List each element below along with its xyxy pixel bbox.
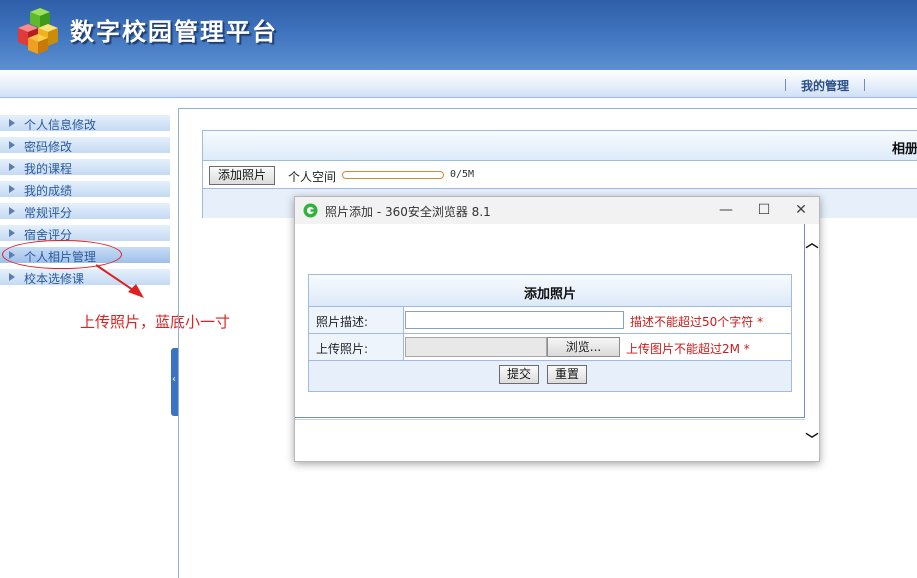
close-icon[interactable]: ✕ (790, 201, 812, 219)
app-header: 数字校园管理平台 (0, 0, 917, 70)
triangle-right-icon (9, 141, 15, 149)
space-label: 个人空间 (288, 170, 337, 184)
sidebar-item-routine-score[interactable]: 常规评分 (0, 203, 170, 220)
form-header: 添加照片 (309, 275, 791, 307)
space-usage-value: 0/5M (450, 169, 475, 180)
popup-lower-area (295, 419, 805, 461)
description-input[interactable] (405, 311, 624, 329)
popup-titlebar[interactable]: 照片添加 - 360安全浏览器 8.1 — ☐ ✕ (295, 197, 819, 224)
divider (178, 108, 179, 578)
sidebar-item-personal-info[interactable]: 个人信息修改 (0, 115, 170, 132)
panel-title: 相册 (892, 142, 917, 157)
sidebar-item-label: 我的成绩 (24, 184, 73, 198)
submit-button[interactable]: 提交 (499, 365, 539, 384)
upload-hint: 上传图片不能超过2M * (626, 342, 750, 356)
popup-title: 照片添加 - 360安全浏览器 8.1 (325, 205, 491, 219)
triangle-right-icon (9, 185, 15, 193)
sidebar-item-password[interactable]: 密码修改 (0, 137, 170, 154)
annotation-note: 上传照片，蓝底小一寸 (80, 313, 231, 331)
popup-scrollbar[interactable]: ︿ ﹀ (805, 224, 819, 461)
sidebar: 个人信息修改 密码修改 我的课程 我的成绩 常规评分 宿舍评分 个人相片管理 校… (0, 108, 171, 578)
triangle-right-icon (9, 229, 15, 237)
description-row: 照片描述: 描述不能超过50个字符 * (309, 307, 791, 334)
sidebar-item-my-courses[interactable]: 我的课程 (0, 159, 170, 176)
sidebar-item-dorm-score[interactable]: 宿舍评分 (0, 225, 170, 242)
top-nav-bar: 我的管理 (0, 70, 917, 98)
add-photo-button[interactable]: 添加照片 (209, 166, 275, 185)
sidebar-item-label: 校本选修课 (24, 272, 85, 286)
panel-header: 相册 (203, 131, 917, 161)
form-actions: 提交 重置 (309, 361, 791, 391)
triangle-right-icon (9, 207, 15, 215)
divider (179, 108, 917, 109)
nav-separator (785, 79, 786, 91)
annotation-arrow-icon (95, 264, 144, 298)
sidebar-item-label: 密码修改 (24, 140, 73, 154)
minimize-icon[interactable]: — (715, 201, 737, 219)
triangle-right-icon (9, 119, 15, 127)
photo-add-popup-window: 照片添加 - 360安全浏览器 8.1 — ☐ ✕ 添加照片 照片描述: 描述不… (294, 196, 820, 462)
album-toolbar: 添加照片 个人空间 0/5M (203, 161, 917, 188)
browser-360-logo-icon (303, 203, 318, 218)
scroll-up-icon[interactable]: ︿ (805, 232, 819, 251)
sidebar-item-my-grades[interactable]: 我的成绩 (0, 181, 170, 198)
space-usage-bar (342, 171, 444, 179)
upload-row: 上传照片: 浏览... 上传图片不能超过2M * (309, 334, 791, 361)
file-path-field[interactable] (405, 337, 547, 357)
app-title: 数字校园管理平台 (70, 17, 278, 46)
upload-label: 上传照片: (316, 342, 369, 356)
form-title: 添加照片 (523, 287, 576, 302)
maximize-icon[interactable]: ☐ (753, 201, 775, 219)
triangle-right-icon (9, 163, 15, 171)
chevron-left-icon: ‹ (172, 374, 176, 385)
scroll-down-icon[interactable]: ﹀ (805, 429, 819, 448)
description-label: 照片描述: (316, 315, 369, 329)
sidebar-collapse-handle[interactable]: ‹ (171, 348, 178, 416)
form-label-cell: 上传照片: (309, 334, 404, 360)
colored-cubes-logo-icon (18, 8, 58, 54)
sidebar-item-label: 我的课程 (24, 162, 73, 176)
sidebar-item-label: 常规评分 (24, 206, 73, 220)
triangle-right-icon (9, 273, 15, 281)
form-label-cell: 照片描述: (309, 307, 404, 333)
my-management-link[interactable]: 我的管理 (801, 77, 849, 94)
browse-button[interactable]: 浏览... (547, 337, 620, 357)
description-hint: 描述不能超过50个字符 * (630, 315, 764, 329)
popup-content: 添加照片 照片描述: 描述不能超过50个字符 * 上传照片: 浏览... 上传图… (295, 224, 805, 418)
reset-button[interactable]: 重置 (547, 365, 587, 384)
sidebar-item-label: 个人信息修改 (24, 118, 97, 132)
add-photo-form: 添加照片 照片描述: 描述不能超过50个字符 * 上传照片: 浏览... 上传图… (308, 274, 792, 392)
nav-separator (864, 79, 865, 91)
